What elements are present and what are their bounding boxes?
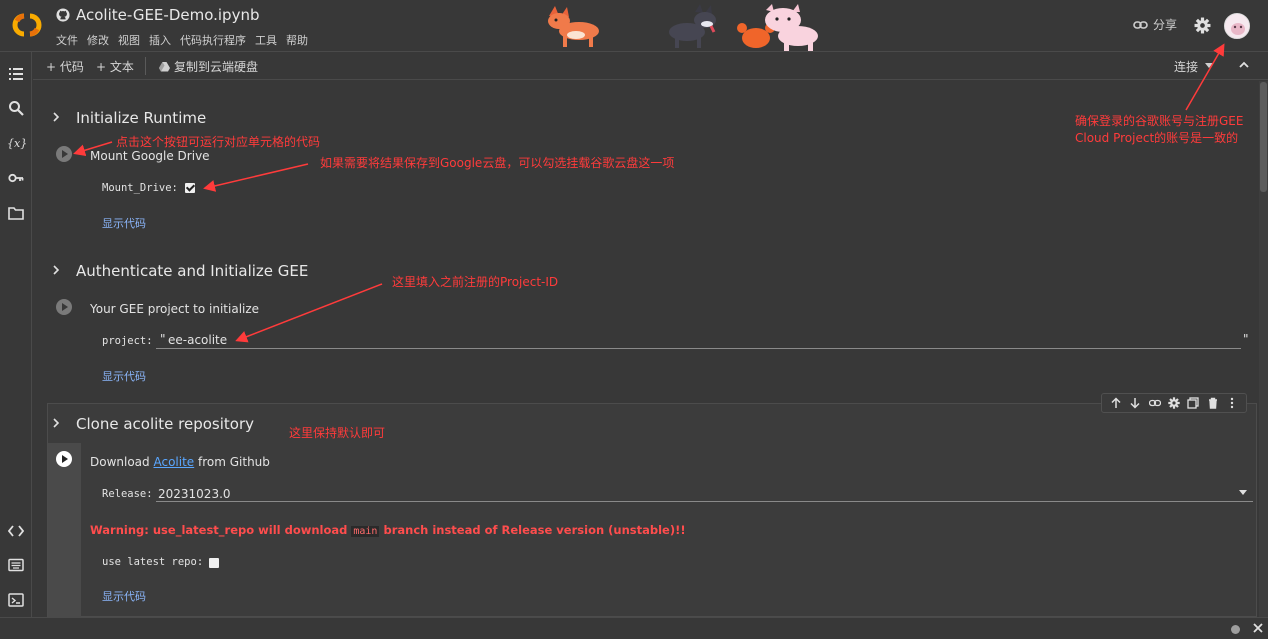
menu-help[interactable]: 帮助 <box>286 32 308 48</box>
section-title-initialize-runtime[interactable]: Initialize Runtime <box>76 109 206 127</box>
param-label-release: Release: <box>102 488 153 500</box>
left-sidebar: {x} <box>0 52 32 639</box>
annotation-account-line1: 确保登录的谷歌账号与注册GEE <box>1075 114 1244 128</box>
avatar-image <box>1225 14 1249 38</box>
param-label-latest-repo: use latest repo: <box>102 556 204 568</box>
copy-to-drive-label: 复制到云端硬盘 <box>174 60 259 74</box>
connect-button[interactable]: 连接 <box>1174 58 1198 75</box>
cell-gutter <box>48 443 81 617</box>
menu-bar: 文件 修改 视图 插入 代码执行程序 工具 帮助 <box>56 32 308 48</box>
menu-tools[interactable]: 工具 <box>255 32 277 48</box>
project-input-underline <box>156 348 1241 349</box>
from-github-text: from Github <box>194 455 270 469</box>
latest-repo-checkbox[interactable] <box>209 558 219 568</box>
menu-runtime[interactable]: 代码执行程序 <box>180 32 246 48</box>
status-bar <box>0 617 1268 639</box>
section-chevron-right-icon[interactable] <box>52 112 60 122</box>
more-vert-icon[interactable] <box>1226 397 1238 409</box>
search-icon[interactable] <box>8 100 24 116</box>
quote-close: " <box>1243 332 1249 346</box>
cat-crab-mascot <box>737 4 818 51</box>
menu-view[interactable]: 视图 <box>118 32 140 48</box>
param-label-mount-drive: Mount_Drive: <box>102 182 178 194</box>
warning-pre: Warning: use_latest_repo will download <box>90 523 352 537</box>
chevron-up-icon[interactable] <box>1238 59 1250 71</box>
terminal-icon[interactable] <box>8 592 24 608</box>
chevron-down-icon[interactable] <box>1205 63 1213 68</box>
mount-drive-checkbox[interactable] <box>185 183 195 193</box>
cell-title-gee-project: Your GEE project to initialize <box>90 302 260 316</box>
cell-title-mount-drive: Mount Google Drive <box>90 149 210 163</box>
menu-insert[interactable]: 插入 <box>149 32 171 48</box>
project-input[interactable]: ee-acolite <box>168 333 227 347</box>
svg-text:{x}: {x} <box>7 137 26 150</box>
annotation-project-id: 这里填入之前注册的Project-ID <box>392 275 559 289</box>
arrow-up-icon[interactable] <box>1110 397 1122 409</box>
trash-icon[interactable] <box>1207 397 1219 409</box>
toolbar-divider <box>145 57 146 75</box>
annotation-keep-default: 这里保持默认即可 <box>289 426 386 440</box>
section-chevron-right-icon[interactable] <box>52 265 60 275</box>
menu-edit[interactable]: 修改 <box>87 32 109 48</box>
share-button[interactable]: 分享 <box>1133 16 1177 33</box>
annotation-mount-drive: 如果需要将结果保存到Google云盘，可以勾选挂载谷歌云盘这一项 <box>320 156 675 170</box>
folder-icon[interactable] <box>8 205 24 221</box>
cell-toolbar <box>1101 393 1247 413</box>
show-code-link[interactable]: 显示代码 <box>102 368 146 384</box>
section-title-authenticate-gee[interactable]: Authenticate and Initialize GEE <box>76 262 308 280</box>
release-select[interactable]: 20231023.0 <box>158 487 231 501</box>
arrow-down-icon[interactable] <box>1129 397 1141 409</box>
link-icon[interactable] <box>1148 397 1161 409</box>
notebook-title[interactable]: Acolite-GEE-Demo.ipynb <box>76 6 260 24</box>
code-snippets-icon[interactable] <box>8 523 24 539</box>
warning-text: Warning: use_latest_repo will download m… <box>90 523 686 537</box>
mirror-cell-icon[interactable] <box>1187 397 1200 409</box>
show-code-link[interactable]: 显示代码 <box>102 588 146 604</box>
quote-open: " <box>160 332 166 346</box>
close-icon[interactable] <box>1252 622 1264 634</box>
drive-icon <box>159 61 170 71</box>
acolite-link[interactable]: Acolite <box>153 455 194 469</box>
key-icon[interactable] <box>8 170 24 186</box>
user-avatar[interactable] <box>1224 13 1250 39</box>
cell-title-download-acolite: Download Acolite from Github <box>90 455 270 469</box>
variables-icon[interactable]: {x} <box>7 135 26 151</box>
annotation-run-button: 点击这个按钮可运行对应单元格的代码 <box>116 135 321 149</box>
param-label-project: project: <box>102 335 153 347</box>
share-label: 分享 <box>1153 18 1178 32</box>
corgi-mascot <box>548 6 599 47</box>
run-cell-button[interactable] <box>56 299 72 315</box>
husky-mascot <box>669 4 716 48</box>
copy-to-drive-button[interactable]: 复制到云端硬盘 <box>159 58 258 75</box>
scrollbar-thumb[interactable] <box>1260 82 1267 192</box>
link-icon <box>1133 20 1148 29</box>
colab-logo[interactable] <box>10 10 44 40</box>
warning-post: branch instead of Release version (unsta… <box>379 523 686 537</box>
menu-file[interactable]: 文件 <box>56 32 78 48</box>
status-indicator-icon[interactable] <box>1231 625 1240 634</box>
command-palette-icon[interactable] <box>8 557 24 573</box>
show-code-link[interactable]: 显示代码 <box>102 215 146 231</box>
release-dropdown-icon[interactable] <box>1239 490 1247 495</box>
run-cell-button[interactable] <box>56 451 72 467</box>
run-cell-button[interactable] <box>56 146 72 162</box>
gear-icon[interactable] <box>1168 397 1180 409</box>
github-icon <box>56 8 70 22</box>
notebook-toolbar: + 代码 + 文本 复制到云端硬盘 连接 <box>33 52 1268 80</box>
active-cell <box>47 403 1257 617</box>
annotation-account-line2: Cloud Project的账号是一致的 <box>1075 131 1239 145</box>
header: Acolite-GEE-Demo.ipynb 文件 修改 视图 插入 代码执行程… <box>0 0 1268 52</box>
section-title-clone-acolite[interactable]: Clone acolite repository <box>76 415 254 433</box>
add-code-button[interactable]: + 代码 <box>46 58 84 75</box>
toc-icon[interactable] <box>8 66 24 82</box>
download-text: Download <box>90 455 154 469</box>
add-text-button[interactable]: + 文本 <box>96 58 134 75</box>
release-select-underline <box>156 501 1253 502</box>
settings-gear-icon[interactable] <box>1194 17 1211 34</box>
warning-code-main: main <box>351 526 380 537</box>
section-chevron-right-icon[interactable] <box>52 418 60 428</box>
